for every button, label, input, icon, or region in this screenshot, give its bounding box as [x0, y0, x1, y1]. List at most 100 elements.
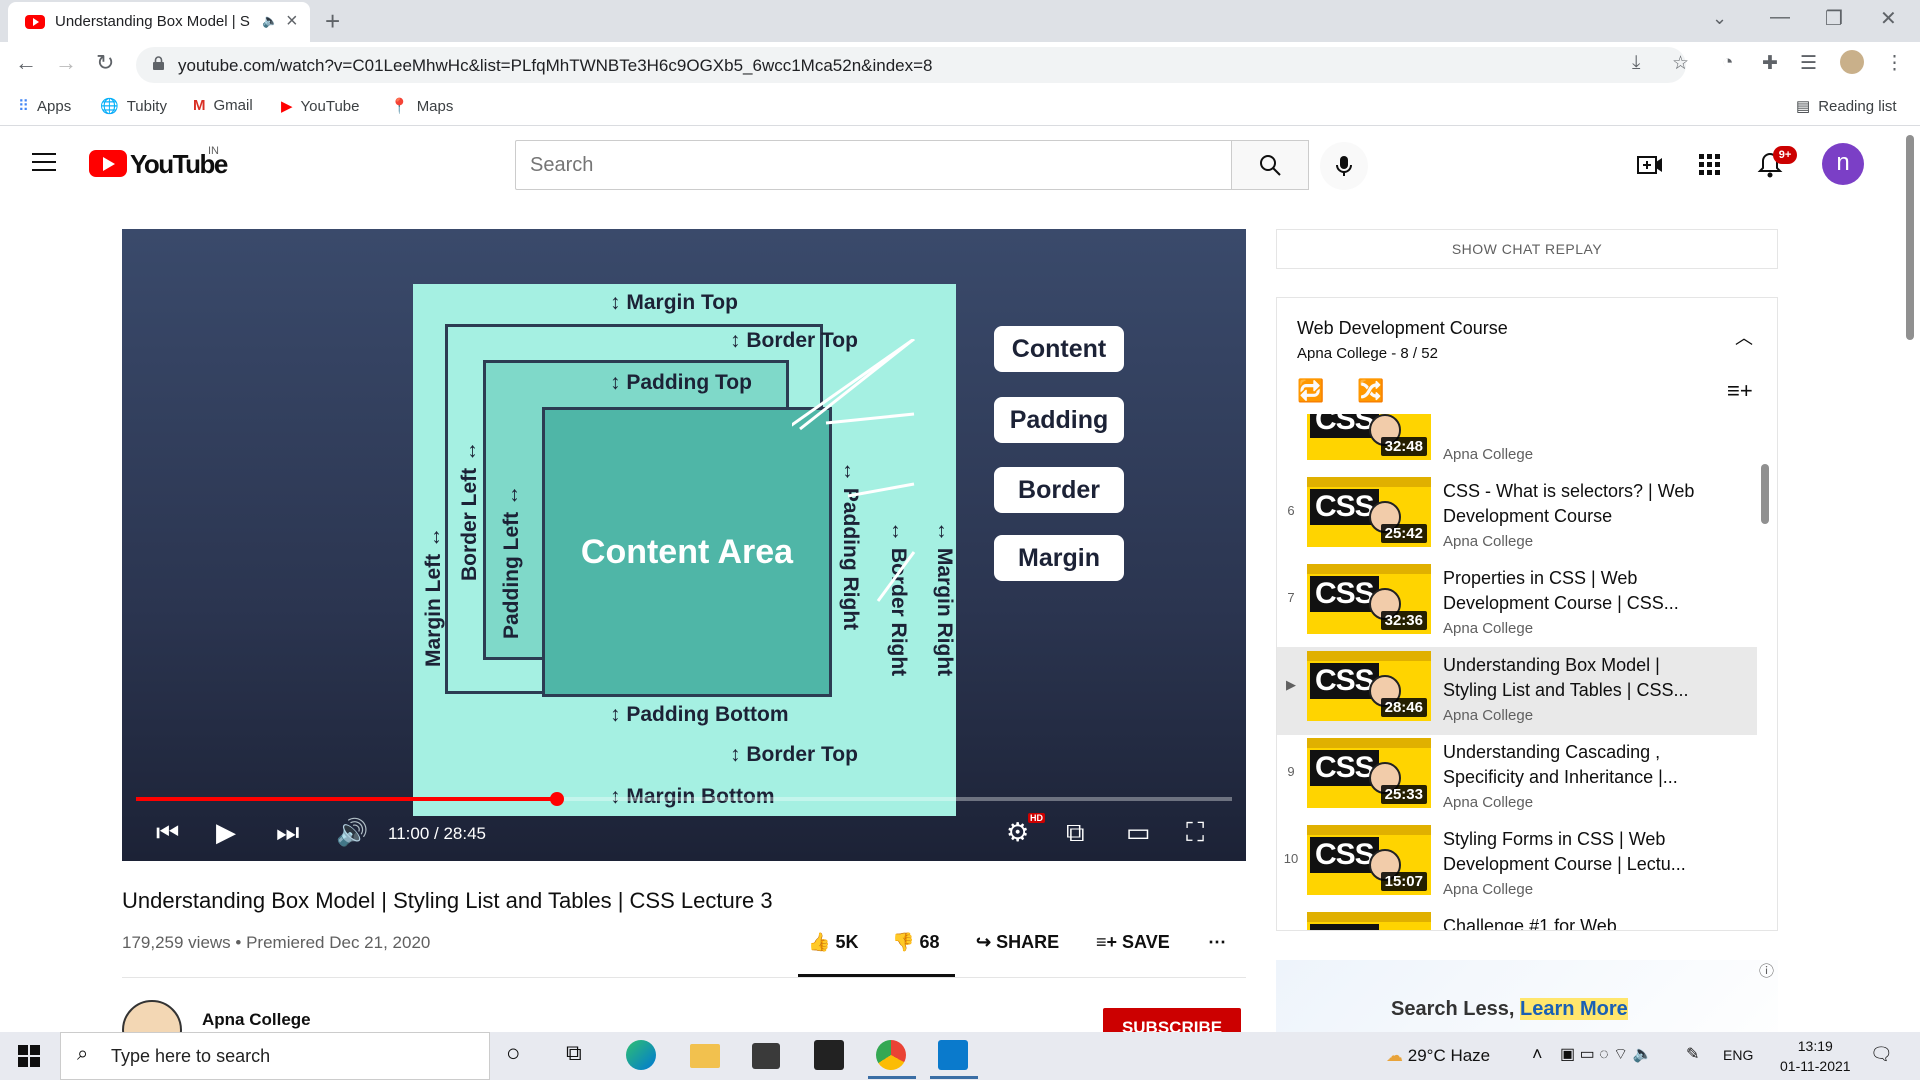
- create-video-icon[interactable]: [1636, 151, 1664, 179]
- shuffle-icon[interactable]: 🔀: [1357, 378, 1384, 404]
- taskbar-search-box[interactable]: ⌕ Type here to search: [60, 1032, 490, 1080]
- back-icon[interactable]: ←: [15, 50, 37, 76]
- seek-bar[interactable]: [136, 792, 1232, 806]
- bookmark-maps[interactable]: 📍 Maps: [390, 97, 453, 115]
- extensions-puzzle-icon[interactable]: ✚: [1762, 52, 1778, 75]
- new-tab-icon[interactable]: +: [325, 6, 340, 37]
- windows-start-icon[interactable]: [18, 1045, 40, 1067]
- reading-list[interactable]: ▤ Reading list: [1796, 97, 1897, 115]
- address-bar[interactable]: youtube.com/watch?v=C01LeeMhwHc&list=PLf…: [136, 47, 1686, 83]
- video-thumbnail[interactable]: CSS: [1307, 912, 1431, 930]
- volume-icon[interactable]: 🔊: [336, 817, 368, 848]
- playlist-item-title[interactable]: Styling Forms in CSS | Web Development C…: [1443, 827, 1703, 877]
- save-button[interactable]: ≡+ SAVE: [1096, 932, 1170, 953]
- store-icon[interactable]: [752, 1043, 780, 1069]
- share-button[interactable]: ↪ SHARE: [976, 932, 1059, 953]
- playlist-title[interactable]: Web Development Course: [1297, 318, 1508, 339]
- task-view-icon[interactable]: ⧉: [566, 1040, 598, 1072]
- predator-sense-icon[interactable]: [814, 1040, 844, 1070]
- dislike-button[interactable]: 👎 68: [892, 932, 939, 953]
- media-control-icon[interactable]: ☰: [1800, 52, 1817, 75]
- bookmark-tubity[interactable]: 🌐 Tubity: [100, 97, 167, 115]
- playlist-item[interactable]: 9 CSS 25:33 Understanding Cascading , Speci…: [1277, 734, 1757, 822]
- fullscreen-icon[interactable]: ⛶: [1186, 817, 1204, 849]
- account-avatar[interactable]: n: [1822, 143, 1864, 185]
- next-icon[interactable]: ⏭: [276, 817, 299, 849]
- playlist-item-channel[interactable]: Apna College: [1443, 881, 1533, 898]
- clock[interactable]: 13:19 01-11-2021: [1780, 1036, 1851, 1076]
- page-scrollbar[interactable]: [1906, 135, 1914, 340]
- chrome-icon[interactable]: [868, 1040, 916, 1079]
- collapse-chevron-icon[interactable]: ︿: [1735, 324, 1753, 350]
- playlist-item[interactable]: 11CSSChallenge #1 for Web Development Co…: [1277, 908, 1757, 930]
- vscode-icon[interactable]: [930, 1040, 978, 1079]
- tab-search-icon[interactable]: ⌄: [1712, 8, 1727, 29]
- playlist-item-title[interactable]: Understanding Box Model | Styling List a…: [1443, 653, 1703, 703]
- video-thumbnail[interactable]: CSS 15:07: [1307, 825, 1431, 895]
- search-input[interactable]: [515, 140, 1232, 190]
- close-tab-icon[interactable]: ×: [286, 10, 298, 33]
- minimize-icon[interactable]: —: [1770, 6, 1790, 29]
- install-icon[interactable]: ⤓: [1632, 52, 1640, 74]
- playlist-item-title[interactable]: Project: [1443, 414, 1703, 417]
- playlist-item[interactable]: 6 CSS 25:42 CSS - What is selectors? | Web …: [1277, 473, 1757, 561]
- speaker-icon[interactable]: 🔈: [262, 13, 278, 29]
- video-thumbnail[interactable]: CSS 32:36: [1307, 564, 1431, 634]
- bookmark-gmail[interactable]: M Gmail: [193, 97, 253, 114]
- playlist-item-title[interactable]: Understanding Cascading , Specificity an…: [1443, 740, 1703, 790]
- browser-tab[interactable]: Understanding Box Model | S 🔈 ×: [8, 2, 310, 42]
- reload-icon[interactable]: ↻: [96, 50, 114, 76]
- cortana-icon[interactable]: ○: [506, 1040, 538, 1072]
- video-player[interactable]: Content Area ↕ Margin Top ↕ Border Top ↕…: [122, 229, 1246, 861]
- video-thumbnail[interactable]: CSS 25:33: [1307, 738, 1431, 808]
- pen-icon[interactable]: ✎: [1686, 1044, 1699, 1064]
- apps-grid-icon[interactable]: [1696, 151, 1724, 179]
- language-indicator[interactable]: ENG: [1723, 1047, 1753, 1063]
- guide-menu-icon[interactable]: [32, 153, 56, 171]
- playlist-item-channel[interactable]: Apna College: [1443, 446, 1533, 463]
- play-icon[interactable]: ▶: [216, 817, 236, 848]
- playlist-scrollbar[interactable]: [1761, 464, 1769, 524]
- playlist-item[interactable]: 7 CSS 32:36 Properties in CSS | Web Develop…: [1277, 560, 1757, 648]
- like-button[interactable]: 👍 5K: [808, 932, 858, 953]
- notification-center-icon[interactable]: 🗨: [1870, 1044, 1893, 1065]
- ad-info-icon[interactable]: ⓘ: [1759, 960, 1774, 981]
- search-button[interactable]: [1231, 140, 1309, 190]
- loop-icon[interactable]: 🔁: [1297, 378, 1324, 404]
- theater-mode-icon[interactable]: ▭: [1126, 817, 1151, 848]
- youtube-logo-icon[interactable]: [89, 150, 127, 177]
- tray-chevron-icon[interactable]: ˄: [1532, 1044, 1543, 1065]
- add-to-playlist-icon[interactable]: ≡+: [1727, 378, 1753, 404]
- previous-icon[interactable]: ⏮: [156, 817, 179, 849]
- forward-icon[interactable]: →: [55, 50, 77, 76]
- file-explorer-icon[interactable]: [690, 1044, 720, 1068]
- profile-avatar-icon[interactable]: [1840, 50, 1864, 74]
- playlist-item-title[interactable]: Challenge #1 for Web Development Course …: [1443, 914, 1703, 930]
- playlist-item-channel[interactable]: Apna College: [1443, 533, 1533, 550]
- playlist-item[interactable]: ▶ CSS 28:46 Understanding Box Model | Styli…: [1277, 647, 1757, 735]
- channel-name[interactable]: Apna College: [202, 1010, 311, 1030]
- seek-handle[interactable]: [549, 792, 564, 806]
- close-window-icon[interactable]: ✕: [1880, 6, 1897, 31]
- bookmark-apps[interactable]: ⠿ Apps: [18, 97, 71, 115]
- settings-gear-icon[interactable]: ⚙: [1006, 817, 1029, 848]
- restore-icon[interactable]: ❐: [1825, 6, 1843, 31]
- voice-search-button[interactable]: [1320, 142, 1368, 190]
- playlist-item[interactable]: 10 CSS 15:07 Styling Forms in CSS | Web Dev…: [1277, 821, 1757, 909]
- chrome-menu-icon[interactable]: ⋮: [1885, 52, 1904, 75]
- playlist-item-title[interactable]: CSS - What is selectors? | Web Developme…: [1443, 479, 1703, 529]
- playlist-item-channel[interactable]: Apna College: [1443, 707, 1533, 724]
- video-thumbnail[interactable]: CSS 28:46: [1307, 651, 1431, 721]
- weather-widget[interactable]: ☁ 29°C Haze: [1386, 1046, 1490, 1066]
- playlist-item-channel[interactable]: Apna College: [1443, 794, 1533, 811]
- bookmark-youtube[interactable]: ▶ YouTube: [281, 97, 360, 115]
- miniplayer-icon[interactable]: ⧉: [1066, 817, 1085, 849]
- video-thumbnail[interactable]: CSS 25:42: [1307, 477, 1431, 547]
- show-chat-replay-button[interactable]: SHOW CHAT REPLAY: [1276, 229, 1778, 269]
- edge-browser-icon[interactable]: [626, 1040, 656, 1070]
- playlist-item-title[interactable]: Properties in CSS | Web Development Cour…: [1443, 566, 1703, 616]
- playlist-item[interactable]: CSS32:48 Project Apna College: [1277, 414, 1757, 474]
- more-actions-icon[interactable]: ⋯: [1208, 932, 1226, 953]
- tray-system-icons[interactable]: ▣ ▭ ◌ ⌔ 🔈: [1560, 1044, 1653, 1064]
- playlist-item-channel[interactable]: Apna College: [1443, 620, 1533, 637]
